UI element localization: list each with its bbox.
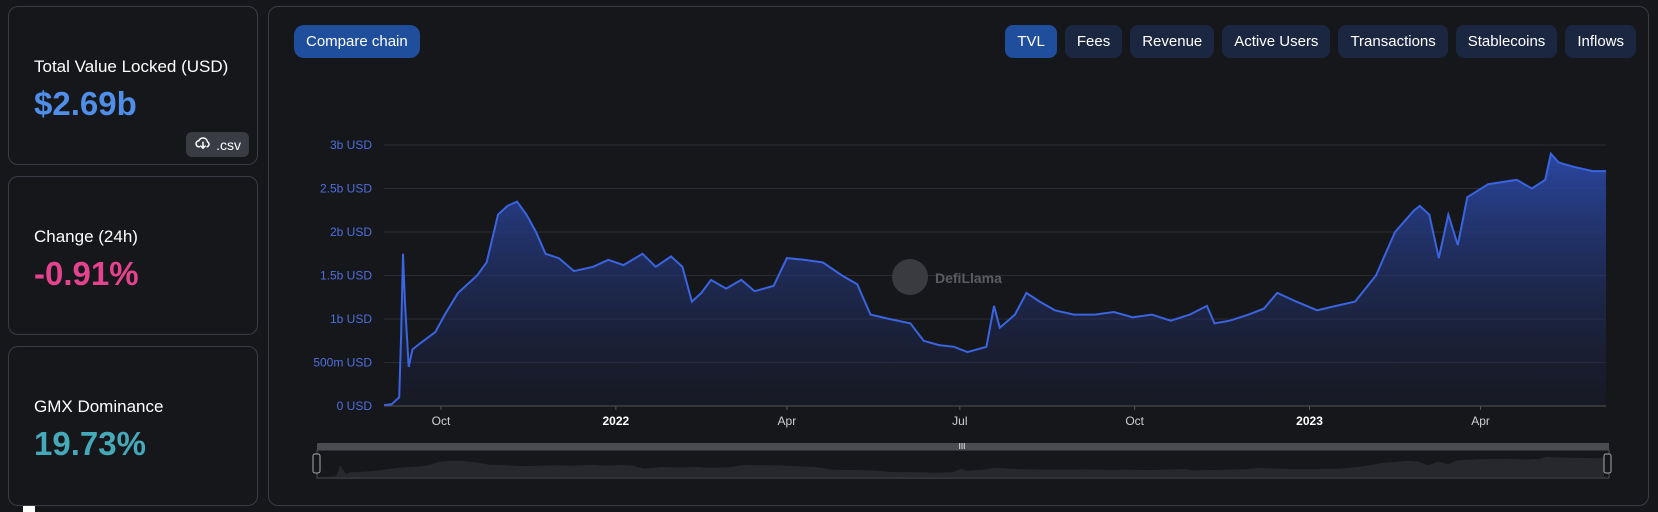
slider-left-handle[interactable] bbox=[312, 453, 321, 474]
y-tick-label: 1b USD bbox=[330, 312, 372, 326]
x-tick-label: Apr bbox=[778, 414, 797, 428]
y-tick-label: 0 USD bbox=[337, 399, 373, 413]
x-tick-label: 2022 bbox=[603, 414, 630, 428]
x-tick-label: 2023 bbox=[1296, 414, 1323, 428]
y-tick-label: 2b USD bbox=[330, 225, 372, 239]
x-tick-label: Jul bbox=[952, 414, 967, 428]
y-tick-label: 500m USD bbox=[313, 356, 372, 370]
watermark-text: DefiLlama bbox=[935, 270, 1002, 286]
y-tick-label: 1.5b USD bbox=[320, 269, 372, 283]
tvl-chart[interactable]: DefiLlama 0 USD 500m USD 1b USD 1.5b USD 2b … bbox=[0, 0, 1658, 512]
y-tick-label: 2.5b USD bbox=[320, 182, 372, 196]
x-tick-label: Oct bbox=[1125, 414, 1144, 428]
x-tick-label: Apr bbox=[1471, 414, 1490, 428]
y-tick-label: 3b USD bbox=[330, 138, 372, 152]
time-range-slider[interactable]: III bbox=[312, 442, 1612, 479]
slider-right-handle[interactable] bbox=[1603, 453, 1612, 474]
slider-grip-icon[interactable]: III bbox=[959, 442, 966, 451]
x-tick-label: Oct bbox=[432, 414, 451, 428]
page-edge-marker bbox=[23, 506, 35, 512]
defillama-watermark: DefiLlama bbox=[892, 259, 1002, 295]
